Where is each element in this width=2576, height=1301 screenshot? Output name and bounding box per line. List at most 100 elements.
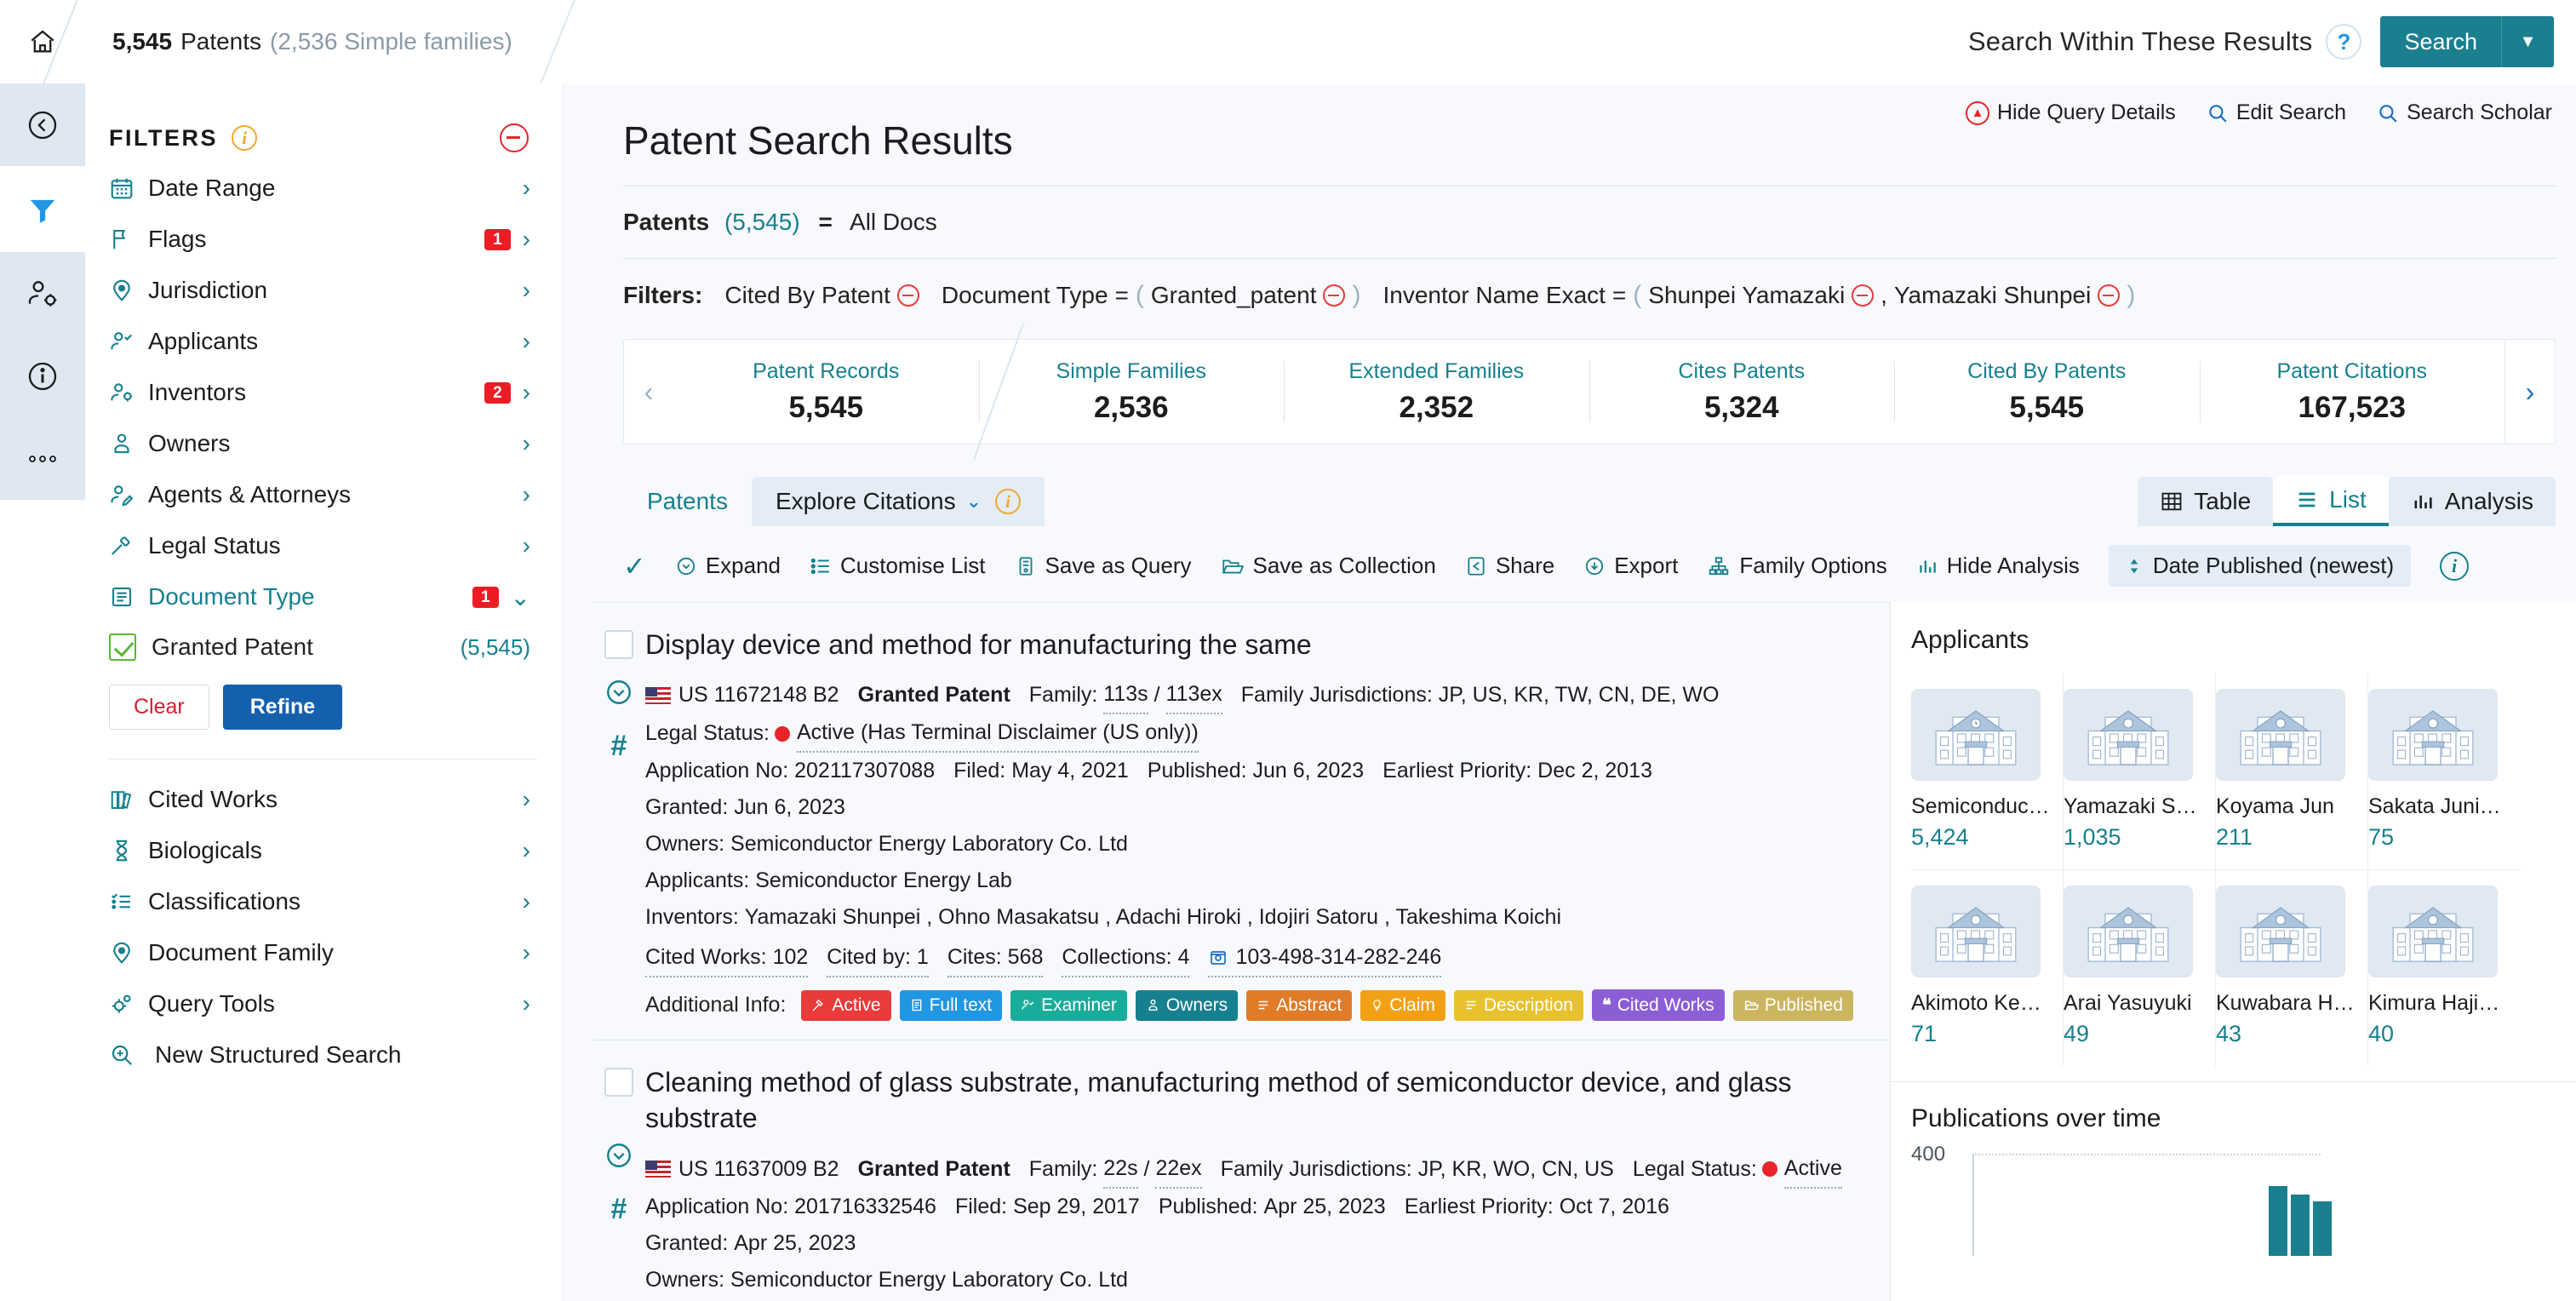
- applicant-cell[interactable]: Arai Yasuyuki 49: [2064, 869, 2216, 1066]
- filters-collapse-icon[interactable]: [500, 123, 529, 152]
- filter-item-applicants[interactable]: Applicants ›: [85, 317, 563, 366]
- filter-item-flags[interactable]: Flags 1 ›: [85, 215, 563, 264]
- filter-item-legal-status[interactable]: Legal Status ›: [85, 521, 563, 570]
- tab-patents[interactable]: Patents: [623, 477, 752, 526]
- filter-chip-document-type[interactable]: Document Type = ( Granted_patent ): [942, 281, 1361, 310]
- result-expand-button[interactable]: [604, 1141, 633, 1176]
- stats-prev-button[interactable]: ‹: [624, 376, 673, 408]
- toolbar-customise-list-button[interactable]: Customise List: [810, 553, 986, 579]
- applicant-cell[interactable]: Kimura Haji… 40: [2368, 869, 2521, 1066]
- filter-chip-inventor-name-exact[interactable]: Inventor Name Exact = ( Shunpei Yamazaki…: [1382, 281, 2135, 310]
- help-icon[interactable]: ?: [2326, 24, 2362, 60]
- result-legal-status[interactable]: Active: [1783, 1150, 1842, 1189]
- toolbar-expand-button[interactable]: Expand: [675, 553, 781, 579]
- stat-cited-by-patents[interactable]: Cited By Patents 5,545: [1894, 339, 2200, 444]
- breadcrumb-results[interactable]: 5,545 Patents (2,536 Simple families): [85, 0, 553, 83]
- filter-item-inventors[interactable]: Inventors 2 ›: [85, 368, 563, 417]
- hide-query-details-button[interactable]: ▲ Hide Query Details: [1966, 100, 2176, 125]
- result-legal-status[interactable]: Active (Has Terminal Disclaimer (US only…: [796, 714, 1199, 754]
- result-title[interactable]: Cleaning method of glass substrate, manu…: [645, 1064, 1854, 1136]
- result-family-extended[interactable]: 113ex: [1165, 676, 1222, 715]
- result-family-simple[interactable]: 113s: [1103, 676, 1148, 715]
- chart-bar[interactable]: [2269, 1186, 2287, 1256]
- result-cited-by[interactable]: Cited by: 1: [827, 939, 929, 978]
- remove-filter-icon[interactable]: [2098, 284, 2121, 307]
- clear-button[interactable]: Clear: [109, 685, 209, 730]
- result-title[interactable]: Display device and method for manufactur…: [645, 627, 1854, 662]
- filter-item-new-structured-search[interactable]: New Structured Search: [85, 1030, 563, 1080]
- sort-info-icon[interactable]: i: [2440, 551, 2470, 581]
- select-all-check[interactable]: ✓: [623, 550, 646, 582]
- remove-filter-icon[interactable]: [896, 284, 919, 307]
- tag-examiner[interactable]: Examiner: [1010, 989, 1127, 1021]
- toolbar-hide-analysis-button[interactable]: Hide Analysis: [1916, 553, 2080, 579]
- toolbar-save-as-collection-button[interactable]: Save as Collection: [1220, 553, 1436, 579]
- filter-item-agents-attorneys[interactable]: Agents & Attorneys ›: [85, 470, 563, 519]
- filter-chip-cited-by-patent[interactable]: Cited By Patent: [724, 282, 919, 309]
- rail-more-button[interactable]: [0, 417, 85, 500]
- toolbar-family-options-button[interactable]: Family Options: [1707, 553, 1887, 579]
- tab-analysis[interactable]: Analysis: [2388, 477, 2556, 526]
- sort-dropdown[interactable]: Date Published (newest): [2108, 545, 2412, 587]
- filter-item-query-tools[interactable]: Query Tools ›: [85, 979, 563, 1029]
- result-family-simple[interactable]: 22s: [1103, 1150, 1138, 1189]
- tag-published[interactable]: Published: [1732, 989, 1853, 1021]
- doc-type-option-granted-patent[interactable]: Granted Patent (5,545): [85, 622, 563, 661]
- stat-patent-records[interactable]: Patent Records 5,545: [673, 339, 979, 444]
- toolbar-share-button[interactable]: Share: [1465, 553, 1554, 579]
- filter-item-jurisdiction[interactable]: Jurisdiction ›: [85, 266, 563, 315]
- search-dropdown-caret[interactable]: ▼: [2501, 16, 2554, 67]
- tag-claim[interactable]: Claim: [1360, 989, 1445, 1021]
- result-cited-works[interactable]: Cited Works: 102: [645, 939, 809, 978]
- tag-abstract[interactable]: Abstract: [1246, 989, 1353, 1021]
- remove-filter-icon[interactable]: [1323, 284, 1346, 307]
- stat-extended-families[interactable]: Extended Families 2,352: [1284, 339, 1589, 444]
- refine-button[interactable]: Refine: [222, 685, 343, 730]
- filter-item-document-type[interactable]: Document Type 1 ⌄: [85, 572, 563, 622]
- filter-item-owners[interactable]: Owners ›: [85, 419, 563, 468]
- filters-info-icon[interactable]: i: [232, 125, 257, 151]
- filter-item-date-range[interactable]: Date Range ›: [85, 163, 563, 213]
- stat-cites-patents[interactable]: Cites Patents 5,324: [1589, 339, 1895, 444]
- tag-description[interactable]: Description: [1453, 989, 1583, 1021]
- applicant-cell[interactable]: Akimoto Ke… 71: [1911, 869, 2064, 1066]
- applicant-cell[interactable]: Sakata Juni… 75: [2368, 673, 2521, 869]
- stats-next-button[interactable]: ›: [2505, 376, 2555, 408]
- rail-info-button[interactable]: [0, 335, 85, 417]
- toolbar-save-as-query-button[interactable]: Save as Query: [1015, 553, 1191, 579]
- result-collections[interactable]: Collections: 4: [1062, 939, 1190, 978]
- search-button[interactable]: Search: [2380, 16, 2501, 67]
- tab-explore-citations[interactable]: Explore Citations ⌄ i: [751, 477, 1045, 526]
- applicant-cell[interactable]: Yamazaki S… 1,035: [2064, 673, 2216, 869]
- checkbox-granted-patent[interactable]: [109, 633, 136, 661]
- edit-search-button[interactable]: Edit Search: [2207, 100, 2346, 125]
- result-cites[interactable]: Cites: 568: [947, 939, 1044, 978]
- chart-bar[interactable]: [2291, 1195, 2310, 1256]
- result-family-extended[interactable]: 22ex: [1155, 1150, 1202, 1189]
- info-icon[interactable]: i: [995, 489, 1022, 514]
- result-hash-icon[interactable]: #: [611, 1195, 627, 1224]
- toolbar-export-button[interactable]: Export: [1583, 553, 1678, 579]
- tag-owners[interactable]: Owners: [1135, 989, 1239, 1021]
- tag-full-text[interactable]: Full text: [899, 989, 1003, 1021]
- rail-filters-button[interactable]: [0, 168, 85, 250]
- rail-collapse-button[interactable]: [0, 83, 85, 166]
- tag-active[interactable]: Active: [801, 989, 891, 1021]
- result-doi[interactable]: 103-498-314-282-246: [1208, 939, 1442, 978]
- tag-cited-works[interactable]: ❝ Cited Works: [1591, 989, 1725, 1022]
- remove-filter-icon[interactable]: [1852, 284, 1875, 307]
- filter-item-document-family[interactable]: Document Family ›: [85, 928, 563, 977]
- filter-item-biologicals[interactable]: Biologicals ›: [85, 826, 563, 875]
- result-checkbox[interactable]: [604, 1068, 633, 1098]
- result-expand-button[interactable]: [604, 678, 633, 713]
- stat-patent-citations[interactable]: Patent Citations 167,523: [2199, 339, 2505, 444]
- chart-bar[interactable]: [2313, 1201, 2332, 1256]
- applicant-cell[interactable]: Koyama Jun 211: [2216, 673, 2368, 869]
- applicant-cell[interactable]: Kuwabara H… 43: [2216, 869, 2368, 1066]
- rail-user-settings-button[interactable]: [0, 252, 85, 335]
- tab-list[interactable]: List: [2273, 477, 2389, 526]
- filter-item-classifications[interactable]: Classifications ›: [85, 877, 563, 926]
- result-hash-icon[interactable]: #: [611, 731, 627, 760]
- tab-table[interactable]: Table: [2138, 477, 2274, 526]
- search-scholar-button[interactable]: Search Scholar: [2377, 100, 2552, 125]
